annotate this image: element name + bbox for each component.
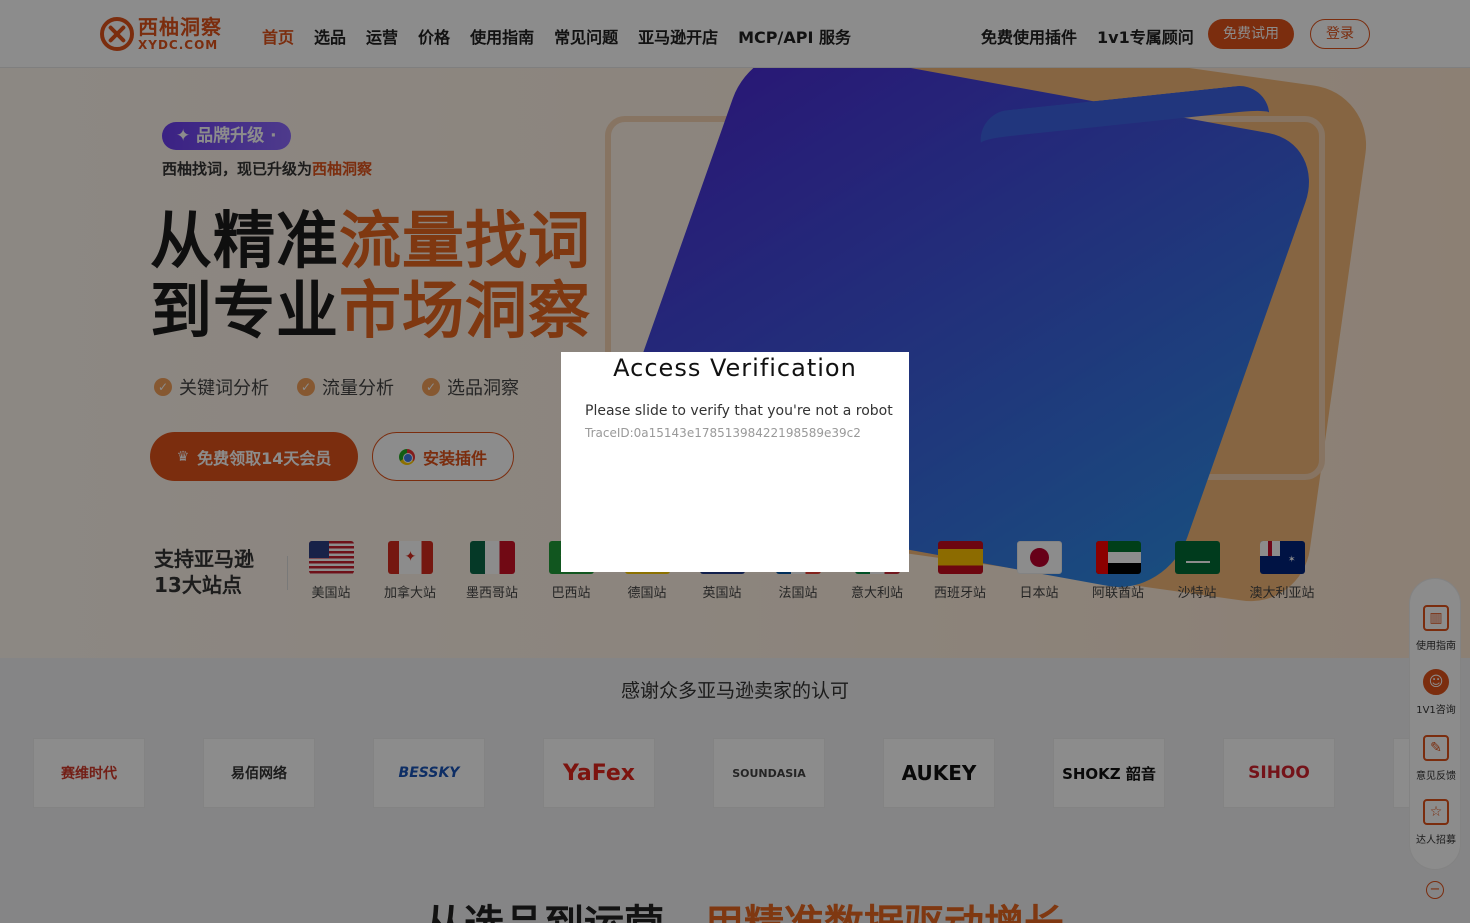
modal-message: Please slide to verify that you're not a…	[585, 403, 893, 419]
modal-trace-id: TraceID:0a15143e17851398422198589e39c2	[585, 426, 861, 440]
modal-title: Access Verification	[613, 354, 857, 382]
verification-modal: Access Verification Please slide to veri…	[561, 352, 909, 572]
